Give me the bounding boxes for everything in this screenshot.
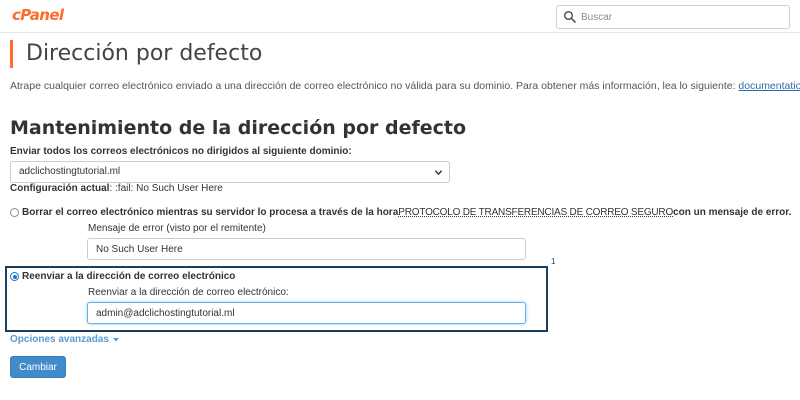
discard-label-after: con un mensaje de error. (673, 207, 792, 218)
caret-down-icon (112, 337, 119, 341)
chevron-down-icon (434, 170, 443, 176)
documentation-link[interactable]: documentation (738, 80, 800, 92)
change-button[interactable]: Cambiar (10, 356, 66, 378)
smtp-abbr: PROTOCOLO DE TRANSFERENCIAS DE CORREO SE… (398, 207, 674, 218)
domain-select[interactable]: adclichostingtutorial.ml (10, 161, 450, 183)
forward-address-input[interactable] (87, 302, 526, 324)
domain-label: Enviar todos los correos electrónicos no… (10, 146, 352, 157)
search-icon (563, 10, 576, 23)
current-config-label: Configuración actual (10, 183, 110, 194)
forward-radio[interactable] (10, 272, 19, 281)
error-message-input[interactable] (87, 238, 526, 260)
current-config-value: : :fail: No Such User Here (109, 183, 223, 194)
search-box[interactable] (556, 5, 790, 29)
intro-text-body: Atrape cualquier correo electrónico envi… (10, 80, 739, 92)
current-config: Configuración actual: :fail: No Such Use… (10, 183, 223, 194)
intro-text: Atrape cualquier correo electrónico envi… (10, 80, 800, 92)
section-title: Mantenimiento de la dirección por defect… (10, 117, 467, 139)
discard-option[interactable]: Borrar el correo electrónico mientras su… (10, 207, 791, 218)
advanced-options-label: Opciones avanzadas (10, 334, 109, 345)
cpanel-logo[interactable]: cPanel (12, 6, 64, 24)
forward-address-label: Reenviar a la dirección de correo electr… (88, 287, 289, 298)
advanced-options-toggle[interactable]: Opciones avanzadas (10, 334, 119, 345)
discard-label-before: Borrar el correo electrónico mientras su… (22, 207, 399, 218)
search-input[interactable] (581, 6, 785, 28)
top-bar: cPanel (0, 0, 800, 33)
forward-label: Reenviar a la dirección de correo electr… (22, 271, 236, 282)
discard-radio[interactable] (10, 208, 19, 217)
domain-select-value: adclichostingtutorial.ml (19, 166, 121, 177)
callout-number: 1 (551, 257, 556, 266)
forward-option[interactable]: Reenviar a la dirección de correo electr… (10, 271, 235, 282)
error-message-label: Mensaje de error (visto por el remitente… (88, 223, 266, 234)
page-title: Dirección por defecto (10, 40, 262, 68)
